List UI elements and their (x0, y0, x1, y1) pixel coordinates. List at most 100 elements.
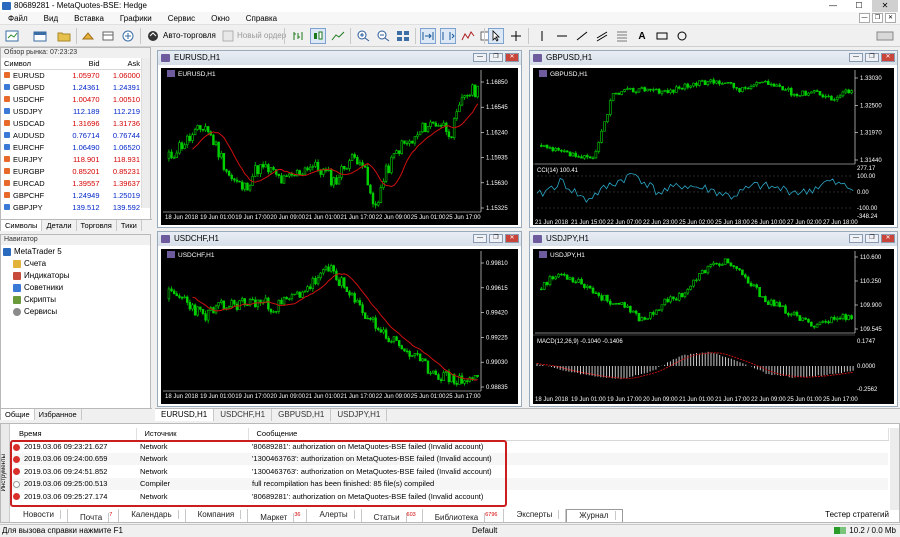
market-watch-row[interactable]: USDCAD 1.31696 1.31736 (1, 117, 142, 129)
auto-trading-button[interactable]: Авто-торговля (146, 28, 216, 44)
toolbox-tab[interactable]: Библиотека 6796 (423, 509, 505, 522)
market-watch-row[interactable]: EURGBP 0.85201 0.85231 (1, 165, 142, 177)
chart-maximize-button[interactable]: ❐ (865, 234, 879, 243)
toolbox-tab[interactable]: Календарь (119, 509, 186, 522)
window-switch-icon[interactable] (874, 28, 896, 44)
mdi-minimize-button[interactable]: — (859, 13, 870, 23)
tab-details[interactable]: Детали (42, 220, 77, 231)
column-message[interactable]: Сообщение (248, 428, 889, 441)
maximize-button[interactable]: ☐ (846, 0, 872, 12)
zoom-in-icon[interactable] (355, 28, 371, 44)
tab-trading[interactable]: Торговля (77, 220, 117, 231)
minimize-button[interactable]: — (820, 0, 846, 12)
market-watch-row[interactable]: EURCHF 1.06490 1.06520 (1, 141, 142, 153)
chart-minimize-button[interactable]: — (849, 53, 863, 62)
text-icon[interactable]: A (634, 28, 650, 44)
toolbox-tab[interactable]: Алерты (307, 509, 362, 522)
horizontal-line-icon[interactable] (554, 28, 570, 44)
mdi-close-button[interactable]: ✕ (885, 13, 896, 23)
market-watch-row[interactable]: GBPJPY 139.512 139.592 (1, 201, 142, 213)
tile-windows-icon[interactable] (395, 28, 411, 44)
chart-minimize-button[interactable]: — (473, 53, 487, 62)
zoom-out-icon[interactable] (375, 28, 391, 44)
toolbox-tab[interactable]: Эксперты (504, 509, 567, 522)
tree-accounts[interactable]: Счета (3, 258, 148, 270)
tree-services[interactable]: Сервисы (3, 306, 148, 318)
chart-minimize-button[interactable]: — (849, 234, 863, 243)
market-watch-icon[interactable] (80, 28, 96, 44)
column-time[interactable]: Время (11, 428, 137, 441)
toolbox-tab[interactable]: Почта 7 (68, 509, 120, 522)
chart-tab-usdjpy[interactable]: USDJPY,H1 (331, 409, 388, 421)
market-watch-row[interactable]: USDJPY 112.189 112.219 (1, 105, 142, 117)
crosshair-icon[interactable] (508, 28, 524, 44)
chart-close-button[interactable]: ✕ (881, 234, 895, 243)
chart-maximize-button[interactable]: ❐ (865, 53, 879, 62)
column-symbol[interactable]: Символ (1, 58, 61, 70)
tree-root[interactable]: MetaTrader 5 (3, 246, 148, 258)
chart-window-gbpusd[interactable]: GBPUSD,H1 — ❐ ✕ GBPUSD,H1 1.33030 1.32500 1.3… (529, 50, 898, 228)
strategy-tester-tab[interactable]: Тестер стратегий (825, 510, 889, 519)
chart-maximize-button[interactable]: ❐ (489, 234, 503, 243)
tree-scripts[interactable]: Скрипты (3, 294, 148, 306)
chart-shift-icon[interactable] (440, 28, 456, 44)
market-watch-row[interactable]: EURCAD 1.39557 1.39637 (1, 177, 142, 189)
menu-tools[interactable]: Сервис (160, 12, 203, 25)
chart-window-eurusd[interactable]: EURUSD,H1 — ❐ ✕ EURUSD,H1 1.16850 1.16545 1.1… (157, 50, 522, 228)
toolbox-tab[interactable]: Маркет 36 (248, 509, 308, 522)
folder-icon[interactable] (56, 28, 72, 44)
tab-favorites[interactable]: Избранное (35, 409, 82, 420)
chart-close-button[interactable]: ✕ (505, 234, 519, 243)
new-chart-icon[interactable] (4, 28, 20, 44)
chart-plot[interactable]: USDCHF,H1 0.99810 0.99615 0.99420 0.99225 0.9… (161, 249, 518, 404)
cursor-icon[interactable] (488, 28, 504, 44)
navigator-icon[interactable] (120, 28, 136, 44)
menu-window[interactable]: Окно (203, 12, 238, 25)
journal-scrollbar[interactable] (890, 428, 899, 510)
profiles-icon[interactable] (32, 28, 48, 44)
autoscroll-icon[interactable] (420, 28, 436, 44)
menu-file[interactable]: Файл (0, 12, 36, 25)
trendline-icon[interactable] (574, 28, 590, 44)
market-watch-row[interactable]: EURJPY 118.901 118.931 (1, 153, 142, 165)
bar-chart-icon[interactable] (290, 28, 306, 44)
column-source[interactable]: Источник (136, 428, 249, 441)
shapes-icon[interactable] (674, 28, 690, 44)
chart-close-button[interactable]: ✕ (881, 53, 895, 62)
tree-indicators[interactable]: Индикаторы (3, 270, 148, 282)
chart-window-usdchf[interactable]: USDCHF,H1 — ❐ ✕ USDCHF,H1 0.99810 0.99615 0.9… (157, 231, 522, 407)
chart-plot[interactable]: EURUSD,H1 1.16850 1.16545 1.16240 1.15935 1.1… (161, 68, 518, 225)
menu-view[interactable]: Вид (36, 12, 66, 25)
candlestick-icon[interactable] (310, 28, 326, 44)
tree-experts[interactable]: Советники (3, 282, 148, 294)
column-ask[interactable]: Ask (101, 58, 142, 70)
data-window-icon[interactable] (100, 28, 116, 44)
menu-charts[interactable]: Графики (112, 12, 160, 25)
tab-symbols[interactable]: Символы (1, 220, 43, 231)
chart-tab-gbpusd[interactable]: GBPUSD,H1 (272, 409, 332, 421)
chart-tab-eurusd[interactable]: EURUSD,H1 (155, 409, 215, 421)
close-button[interactable]: ✕ (872, 0, 898, 12)
market-watch-scrollbar[interactable] (141, 58, 150, 208)
column-bid[interactable]: Bid (61, 58, 102, 70)
toolbox-tab[interactable]: Статьи 603 (362, 509, 423, 522)
toolbox-tab[interactable]: Компания (186, 509, 249, 522)
menu-insert[interactable]: Вставка (66, 12, 112, 25)
chart-window-usdjpy[interactable]: USDJPY,H1 — ❐ ✕ USDJPY,H1 110.600 110.250 109… (529, 231, 898, 407)
fibonacci-icon[interactable] (614, 28, 630, 44)
line-chart-icon[interactable] (330, 28, 346, 44)
indicators-icon[interactable] (460, 28, 476, 44)
chart-tab-usdchf[interactable]: USDCHF,H1 (214, 409, 273, 421)
market-watch-row[interactable]: USDCHF 1.00470 1.00510 (1, 93, 142, 105)
market-watch-row[interactable]: EURUSD 1.05970 1.06000 (1, 69, 142, 81)
tab-ticks[interactable]: Тики (117, 220, 142, 231)
vertical-line-icon[interactable] (534, 28, 550, 44)
chart-minimize-button[interactable]: — (473, 234, 487, 243)
toolbox-tab[interactable]: Журнал (566, 509, 623, 522)
mdi-restore-button[interactable]: ❐ (872, 13, 883, 23)
chart-close-button[interactable]: ✕ (505, 53, 519, 62)
toolbox-tab[interactable]: Новости (11, 509, 68, 522)
toolbox-side-label[interactable]: Инструменты (1, 424, 10, 522)
market-watch-row[interactable]: GBPCHF 1.24949 1.25019 (1, 189, 142, 201)
menu-help[interactable]: Справка (238, 12, 285, 25)
